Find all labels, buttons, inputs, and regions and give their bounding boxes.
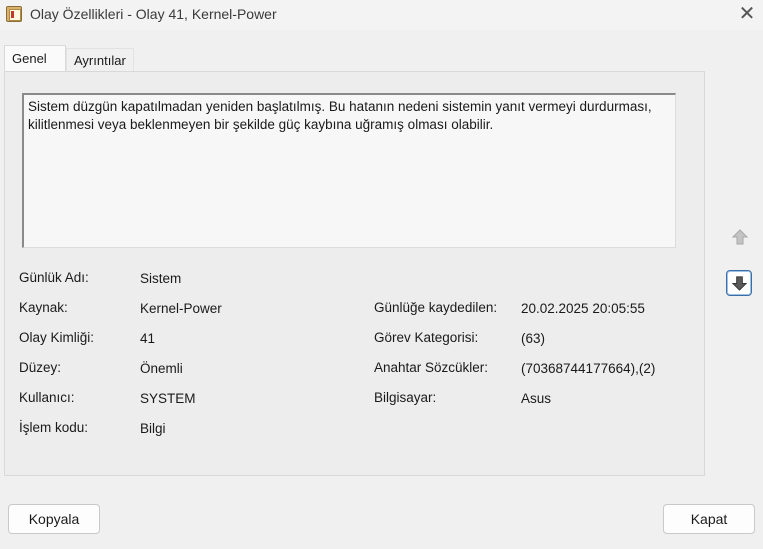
event-log-icon — [6, 6, 22, 22]
computer-value: Asus — [521, 391, 552, 406]
close-icon[interactable]: ✕ — [735, 2, 759, 26]
computer-label: Bilgisayar: — [374, 390, 437, 405]
user-label: Kullanıcı: — [19, 390, 75, 405]
opcode-label: İşlem kodu: — [19, 420, 89, 435]
event-id-value: 41 — [140, 331, 156, 346]
close-button[interactable]: Kapat — [663, 504, 755, 534]
general-panel: Sistem düzgün kapatılmadan yeniden başla… — [4, 71, 705, 476]
opcode-value: Bilgi — [140, 421, 166, 436]
event-id-label: Olay Kimliği: — [19, 330, 95, 345]
task-category-label: Görev Kategorisi: — [374, 330, 479, 345]
level-label: Düzey: — [19, 360, 62, 375]
title-bar: Olay Özellikleri - Olay 41, Kernel-Power… — [0, 0, 763, 30]
logged-value: 20.02.2025 20:05:55 — [521, 301, 645, 316]
arrow-down-icon — [731, 276, 748, 291]
task-category-value: (63) — [521, 331, 546, 346]
keywords-value: (70368744177664),(2) — [521, 361, 656, 376]
tab-ayrintilar[interactable]: Ayrıntılar — [66, 48, 134, 72]
log-name-value: Sistem — [140, 271, 182, 286]
event-description[interactable]: Sistem düzgün kapatılmadan yeniden başla… — [22, 93, 676, 248]
copy-button[interactable]: Kopyala — [8, 504, 100, 534]
logged-label: Günlüğe kaydedilen: — [374, 300, 498, 315]
window-title: Olay Özellikleri - Olay 41, Kernel-Power — [30, 6, 277, 22]
arrow-up-icon — [731, 229, 749, 245]
log-name-label: Günlük Adı: — [19, 270, 89, 285]
source-value: Kernel-Power — [140, 301, 222, 316]
tab-genel[interactable]: Genel — [4, 45, 66, 73]
next-event-button[interactable] — [726, 270, 752, 296]
keywords-label: Anahtar Sözcükler: — [374, 360, 489, 375]
level-value: Önemli — [140, 361, 183, 376]
previous-event-button[interactable] — [727, 224, 753, 250]
source-label: Kaynak: — [19, 300, 68, 315]
user-value: SYSTEM — [140, 391, 196, 406]
